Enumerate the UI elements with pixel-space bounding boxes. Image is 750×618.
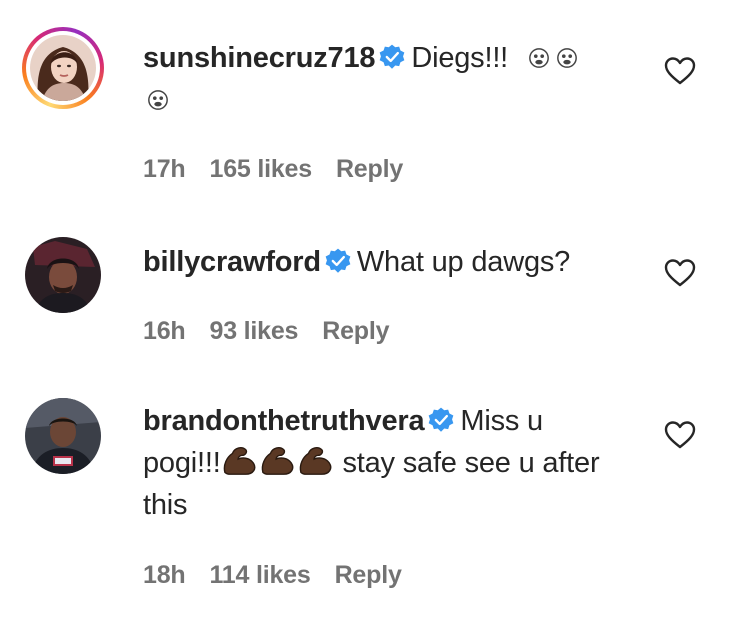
- verified-badge-icon: [429, 407, 454, 432]
- reply-button[interactable]: Reply: [335, 561, 402, 589]
- avatar[interactable]: [22, 27, 104, 109]
- woman-portrait-icon: [30, 35, 96, 101]
- avatar[interactable]: [25, 237, 101, 313]
- comment-meta: 17h 165 likes Reply: [143, 155, 427, 184]
- comment-body: sunshinecruz718 Diegs!!!: [143, 37, 613, 121]
- comment-timestamp: 17h: [143, 155, 186, 183]
- reply-button[interactable]: Reply: [336, 155, 403, 183]
- comment-timestamp: 16h: [143, 317, 186, 345]
- fearful-face-emoji-icon: [557, 48, 577, 68]
- man-portrait-icon: [25, 398, 101, 474]
- flexed-biceps-emoji-icon: [261, 447, 294, 475]
- reply-button[interactable]: Reply: [322, 317, 389, 345]
- verified-badge-icon: [379, 44, 405, 69]
- fearful-face-emoji-icon: [148, 90, 168, 110]
- comment-meta: 16h 93 likes Reply: [143, 317, 413, 346]
- likes-count[interactable]: 165 likes: [209, 155, 312, 183]
- comment-timestamp: 18h: [143, 561, 186, 589]
- avatar[interactable]: [25, 398, 101, 474]
- username-link[interactable]: sunshinecruz718: [143, 42, 376, 74]
- comment-body: brandonthetruthvera Miss u pogi!!! stay s…: [143, 400, 613, 526]
- verified-badge-icon: [325, 248, 351, 273]
- flexed-biceps-emoji-icon: [223, 447, 256, 475]
- man-portrait-dark-icon: [25, 237, 101, 313]
- comment-text: Diegs!!!: [411, 42, 509, 74]
- likes-count[interactable]: 114 likes: [209, 561, 310, 589]
- fearful-face-emoji-icon: [529, 48, 549, 68]
- likes-count[interactable]: 93 likes: [209, 317, 298, 345]
- heart-outline-icon[interactable]: [664, 258, 696, 288]
- username-link[interactable]: brandonthetruthvera: [143, 405, 425, 437]
- heart-outline-icon[interactable]: [664, 420, 696, 450]
- flexed-biceps-emoji-icon: [299, 447, 332, 475]
- comment-body: billycrawford What up dawgs?: [143, 241, 613, 283]
- username-link[interactable]: billycrawford: [143, 246, 321, 278]
- heart-outline-icon[interactable]: [664, 56, 696, 86]
- comment-meta: 18h 114 likes Reply: [143, 561, 426, 590]
- comment-text: What up dawgs?: [356, 246, 571, 278]
